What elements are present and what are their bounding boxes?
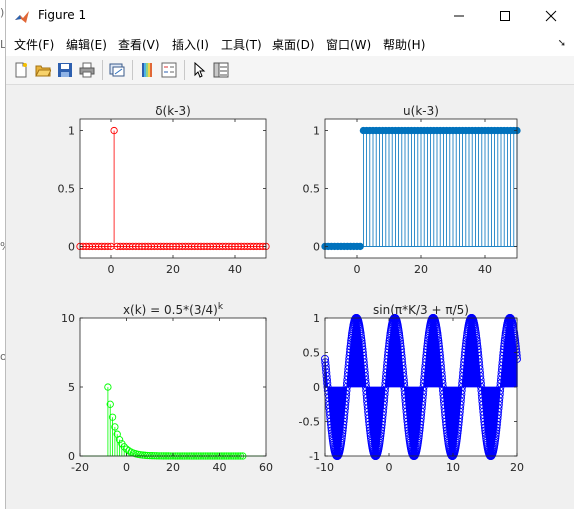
chart-title-main: x(k) = 0.5*(3/4) <box>123 303 218 317</box>
y-tick-label: 5 <box>68 381 75 394</box>
x-tick-label: 20 <box>414 263 428 276</box>
y-tick-label: 10 <box>61 312 75 325</box>
y-tick-label: 1 <box>313 312 320 325</box>
x-tick-label: 0 <box>108 263 115 276</box>
x-tick-label: 0 <box>386 461 393 474</box>
chart-title-superscript: k <box>218 302 224 312</box>
menu-window[interactable]: 窗口(W) <box>326 36 371 53</box>
menu-tools[interactable]: 工具(T) <box>221 36 262 53</box>
print-button[interactable] <box>76 59 98 81</box>
y-tick-label: 0.5 <box>58 183 76 196</box>
open-file-button[interactable] <box>32 59 54 81</box>
editor-fragment-icon: ) <box>0 6 5 19</box>
x-tick-label: 60 <box>259 461 273 474</box>
new-figure-button[interactable] <box>10 59 32 81</box>
toolbar-separator <box>102 60 103 80</box>
colorbar-button[interactable] <box>136 59 158 81</box>
property-inspector-button[interactable] <box>210 59 232 81</box>
subplot-grid: 0 20 4000.51δ(k-3)0 20 4000.51u(k-3)-20 0 20 40… <box>58 104 525 474</box>
chart-title: δ(k-3) <box>155 104 191 118</box>
menu-bar: 文件(F) 编辑(E) 查看(V) 插入(I) 工具(T) 桌面(D) 窗口(W… <box>6 32 574 56</box>
menu-insert[interactable]: 插入(I) <box>172 36 209 53</box>
x-tick-label: 0 <box>354 263 361 276</box>
x-tick-label: 10 <box>446 461 460 474</box>
toolbar-separator <box>132 60 133 80</box>
window-title: Figure 1 <box>38 8 87 22</box>
y-tick-label: 0.5 <box>303 183 321 196</box>
save-button[interactable] <box>54 59 76 81</box>
figure-canvas: 0 20 40 0 0.5 1 δ(k-3) 0 20 40 0 0.5 1 u(k-3) -20 0 20 40… <box>8 85 572 509</box>
x-tick-label: 40 <box>478 263 492 276</box>
x-tick-label: 0 <box>123 461 130 474</box>
chevron-right-icon[interactable]: ➘ <box>558 38 566 49</box>
x-tick-label: 20 <box>166 263 180 276</box>
menu-edit[interactable]: 编辑(E) <box>66 36 107 53</box>
subplot-4: -10 0 10 20-1-0.500.51sin(π*K/3 + π/5) <box>299 303 524 474</box>
legend-icon <box>161 62 177 78</box>
minimize-icon <box>454 15 464 17</box>
y-tick-label: 0 <box>68 450 75 463</box>
x-tick-label: 20 <box>510 461 524 474</box>
close-button[interactable] <box>528 0 574 32</box>
maximize-button[interactable] <box>482 0 528 32</box>
subplot-3: -20 0 20 40 600510x(k) = 0.5*(3/4)k <box>61 302 273 474</box>
close-icon <box>545 10 557 22</box>
new-figure-icon <box>15 62 27 78</box>
link-plot-button[interactable] <box>106 59 128 81</box>
y-tick-label: 0 <box>68 240 75 253</box>
colorbar-icon <box>142 63 152 77</box>
menu-file[interactable]: 文件(F) <box>14 36 54 53</box>
figure-toolbar <box>6 56 574 85</box>
y-tick-label: 1 <box>68 125 75 138</box>
chart-title: x(k) = 0.5*(3/4)k <box>123 302 224 317</box>
y-tick-label: 0 <box>313 240 320 253</box>
y-tick-label: 0 <box>313 381 320 394</box>
menu-help[interactable]: 帮助(H) <box>383 36 425 53</box>
y-tick-label: -0.5 <box>299 416 320 429</box>
maximize-icon <box>500 11 510 21</box>
y-tick-label: 0.5 <box>303 347 321 360</box>
chart-title: sin(π*K/3 + π/5) <box>373 303 469 317</box>
matlab-logo-icon <box>15 11 29 23</box>
title-bar[interactable]: Figure 1 <box>6 0 574 32</box>
axes-background <box>80 119 266 258</box>
y-tick-label: 1 <box>313 125 320 138</box>
toolbar-separator <box>184 60 185 80</box>
figure-window: Figure 1 文件(F) 编辑(E) 查看(V) 插入(I) 工具(T) 桌… <box>6 0 574 509</box>
print-icon <box>79 62 95 78</box>
open-file-icon <box>35 65 51 77</box>
pointer-icon <box>194 62 206 78</box>
subplot-1: 0 20 40 0 0.5 1 δ(k-3) <box>58 104 270 276</box>
property-inspector-icon <box>213 62 229 78</box>
menu-desktop[interactable]: 桌面(D) <box>272 36 315 53</box>
chart-title: u(k-3) <box>403 104 439 118</box>
y-tick-label: -1 <box>309 450 320 463</box>
x-tick-label: 40 <box>213 461 227 474</box>
legend-button[interactable] <box>158 59 180 81</box>
menu-view[interactable]: 查看(V) <box>118 36 160 53</box>
x-tick-label: 20 <box>166 461 180 474</box>
minimize-button[interactable] <box>436 0 482 32</box>
subplot-2: 0 20 40 0 0.5 1 u(k-3) <box>303 104 521 276</box>
pointer-button[interactable] <box>188 59 210 81</box>
link-plot-icon <box>109 63 125 77</box>
save-icon <box>58 63 72 77</box>
x-tick-label: 40 <box>228 263 242 276</box>
